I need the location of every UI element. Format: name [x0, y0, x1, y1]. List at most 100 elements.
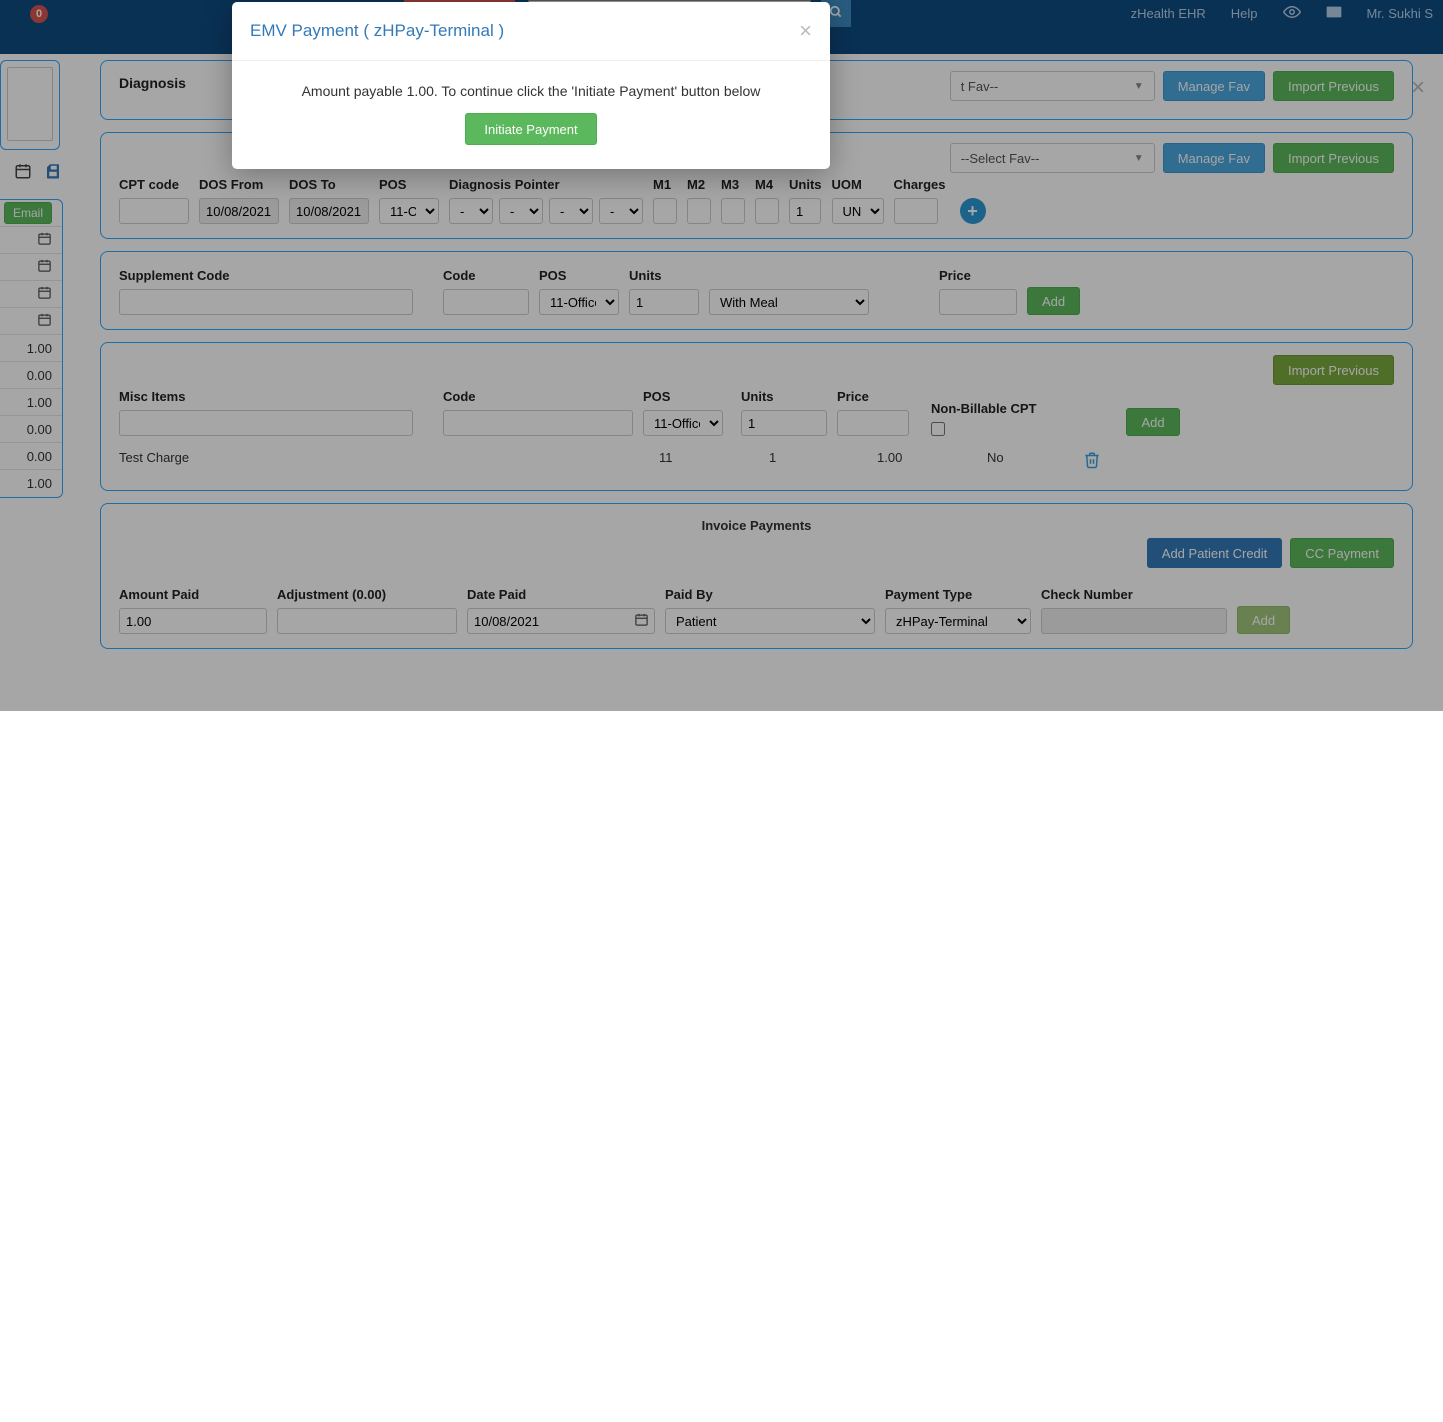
- dos-from-input[interactable]: [199, 198, 279, 224]
- dos-to-label: DOS To: [289, 177, 369, 192]
- dp3-select[interactable]: -: [549, 198, 593, 224]
- calendar-icon[interactable]: [37, 312, 52, 331]
- misc-pos-label: POS: [643, 389, 723, 404]
- units-input[interactable]: [789, 198, 821, 224]
- calendar-icon[interactable]: [634, 612, 649, 630]
- misc-row-name: Test Charge: [119, 450, 659, 476]
- dp4-select[interactable]: -: [599, 198, 643, 224]
- misc-code-input[interactable]: [443, 410, 633, 436]
- modal-title: EMV Payment ( zHPay-Terminal ): [250, 21, 504, 41]
- left-value: 1.00: [27, 476, 52, 491]
- import-previous-button[interactable]: Import Previous: [1273, 355, 1394, 385]
- import-previous-button[interactable]: Import Previous: [1273, 71, 1394, 101]
- check-number-label: Check Number: [1041, 587, 1227, 602]
- calendar-icon[interactable]: [37, 258, 52, 277]
- supplement-code-input[interactable]: [119, 289, 413, 315]
- supp-price-input[interactable]: [939, 289, 1017, 315]
- m3-input[interactable]: [721, 198, 745, 224]
- note-box: [0, 60, 60, 150]
- misc-row-pos: 11: [659, 450, 769, 476]
- paid-by-select[interactable]: Patient: [665, 608, 875, 634]
- left-value: 0.00: [27, 422, 52, 437]
- chevron-down-icon: ▼: [1134, 153, 1144, 164]
- email-button[interactable]: Email: [4, 202, 52, 224]
- add-cpt-icon[interactable]: +: [960, 198, 986, 224]
- notification-badge[interactable]: 0: [30, 5, 48, 23]
- m4-label: M4: [755, 177, 779, 192]
- cpt-code-input[interactable]: [119, 198, 189, 224]
- m2-input[interactable]: [687, 198, 711, 224]
- supplement-code-label: Supplement Code: [119, 268, 413, 283]
- dp1-select[interactable]: -: [449, 198, 493, 224]
- payment-add-button[interactable]: Add: [1237, 606, 1290, 634]
- dp2-select[interactable]: -: [499, 198, 543, 224]
- misc-row-price: 1.00: [877, 450, 987, 476]
- misc-units-label: Units: [741, 389, 827, 404]
- uom-label: UOM: [832, 177, 884, 192]
- with-meal-select[interactable]: With Meal: [709, 289, 869, 315]
- check-number-input[interactable]: [1041, 608, 1227, 634]
- add-patient-credit-button[interactable]: Add Patient Credit: [1147, 538, 1283, 568]
- save-icon[interactable]: [44, 162, 62, 185]
- supplement-card: Supplement Code Code POS11-Office Units …: [100, 251, 1413, 330]
- misc-row-units: 1: [769, 450, 877, 476]
- help-link[interactable]: Help: [1231, 6, 1258, 21]
- select-fav-dropdown[interactable]: t Fav-- ▼: [950, 71, 1155, 101]
- select-fav-label: t Fav--: [961, 79, 999, 94]
- non-billable-checkbox[interactable]: [931, 422, 945, 436]
- date-paid-input[interactable]: [467, 608, 655, 634]
- left-values-panel: Email 1.00 0.00 1.00 0.00 0.00 1.00: [0, 199, 63, 498]
- calendar-icon[interactable]: [37, 231, 52, 250]
- payment-type-select[interactable]: zHPay-Terminal: [885, 608, 1031, 634]
- m2-label: M2: [687, 177, 711, 192]
- supp-pos-select[interactable]: 11-Office: [539, 289, 619, 315]
- supp-code-label: Code: [443, 268, 529, 283]
- calendar-icon[interactable]: [37, 285, 52, 304]
- misc-price-input[interactable]: [837, 410, 909, 436]
- supplement-add-button[interactable]: Add: [1027, 287, 1080, 315]
- supp-code-input[interactable]: [443, 289, 529, 315]
- modal-close-icon[interactable]: ×: [799, 18, 812, 44]
- note-textarea[interactable]: [7, 67, 53, 141]
- search-icon: [829, 5, 843, 22]
- calendar-icon[interactable]: [14, 162, 32, 185]
- payment-type-label: Payment Type: [885, 587, 1031, 602]
- charges-input[interactable]: [894, 198, 938, 224]
- m1-input[interactable]: [653, 198, 677, 224]
- import-previous-button[interactable]: Import Previous: [1273, 143, 1394, 173]
- m4-input[interactable]: [755, 198, 779, 224]
- dos-from-label: DOS From: [199, 177, 279, 192]
- trash-icon[interactable]: [1083, 453, 1101, 475]
- eye-icon[interactable]: [1283, 6, 1301, 21]
- misc-add-button[interactable]: Add: [1126, 408, 1179, 436]
- misc-pos-select[interactable]: 11-Office: [643, 410, 723, 436]
- pos-select[interactable]: 11-O: [379, 198, 439, 224]
- manage-fav-button[interactable]: Manage Fav: [1163, 71, 1265, 101]
- misc-units-input[interactable]: [741, 410, 827, 436]
- m1-label: M1: [653, 177, 677, 192]
- manage-fav-button[interactable]: Manage Fav: [1163, 143, 1265, 173]
- brand-label: zHealth EHR: [1131, 6, 1206, 21]
- cc-payment-button[interactable]: CC Payment: [1290, 538, 1394, 568]
- chevron-down-icon: ▼: [1134, 81, 1144, 92]
- mail-icon[interactable]: [1326, 6, 1342, 21]
- payments-card: Invoice Payments Add Patient Credit CC P…: [100, 503, 1413, 649]
- user-name[interactable]: Mr. Sukhi S: [1367, 6, 1433, 21]
- dos-to-input[interactable]: [289, 198, 369, 224]
- misc-row: Test Charge 11 1 1.00 No: [119, 450, 1394, 476]
- misc-items-input[interactable]: [119, 410, 413, 436]
- left-value: 1.00: [27, 341, 52, 356]
- adjustment-label: Adjustment (0.00): [277, 587, 457, 602]
- initiate-payment-button[interactable]: Initiate Payment: [465, 113, 596, 145]
- misc-row-nb: No: [987, 450, 1083, 476]
- misc-price-label: Price: [837, 389, 909, 404]
- close-page-icon[interactable]: ×: [1411, 74, 1425, 102]
- supp-units-input[interactable]: [629, 289, 699, 315]
- supp-units-label: Units: [629, 268, 699, 283]
- adjustment-input[interactable]: [277, 608, 457, 634]
- diagnosis-pointer-label: Diagnosis Pointer: [449, 177, 643, 192]
- supp-price-label: Price: [939, 268, 1017, 283]
- amount-paid-input[interactable]: [119, 608, 267, 634]
- select-fav-dropdown[interactable]: --Select Fav-- ▼: [950, 143, 1155, 173]
- uom-select[interactable]: UN: [832, 198, 884, 224]
